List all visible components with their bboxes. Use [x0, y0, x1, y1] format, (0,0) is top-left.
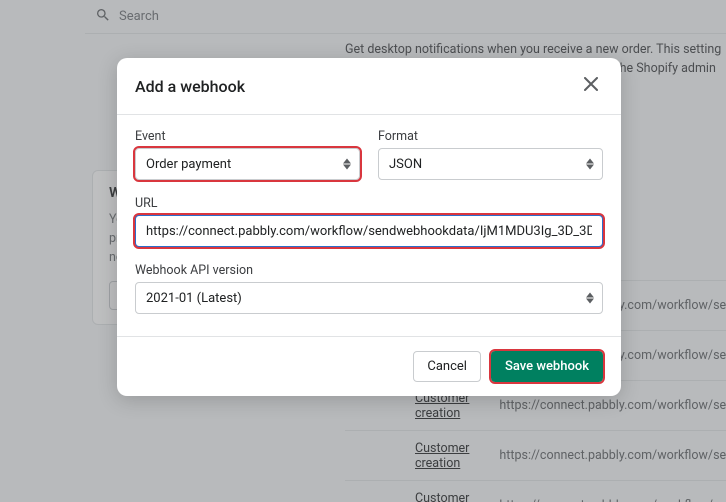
url-input[interactable]	[136, 216, 602, 246]
api-version-select-input[interactable]: 2021-01 (Latest)	[136, 283, 602, 313]
save-webhook-button[interactable]: Save webhook	[491, 351, 603, 382]
add-webhook-modal: Add a webhook Event Order payment	[117, 58, 621, 396]
event-label: Event	[135, 129, 360, 144]
format-label: Format	[378, 129, 603, 144]
close-icon	[584, 77, 598, 95]
event-select-input[interactable]: Order payment	[136, 149, 359, 179]
event-select[interactable]: Order payment	[135, 148, 360, 180]
api-version-label: Webhook API version	[135, 263, 603, 278]
modal-title: Add a webhook	[135, 77, 245, 96]
close-button[interactable]	[579, 74, 603, 98]
format-select-input[interactable]: JSON	[379, 149, 602, 179]
api-version-select[interactable]: 2021-01 (Latest)	[135, 282, 603, 314]
url-input-wrap[interactable]	[135, 215, 603, 247]
format-select[interactable]: JSON	[378, 148, 603, 180]
cancel-button[interactable]: Cancel	[413, 351, 481, 382]
url-label: URL	[135, 196, 603, 211]
